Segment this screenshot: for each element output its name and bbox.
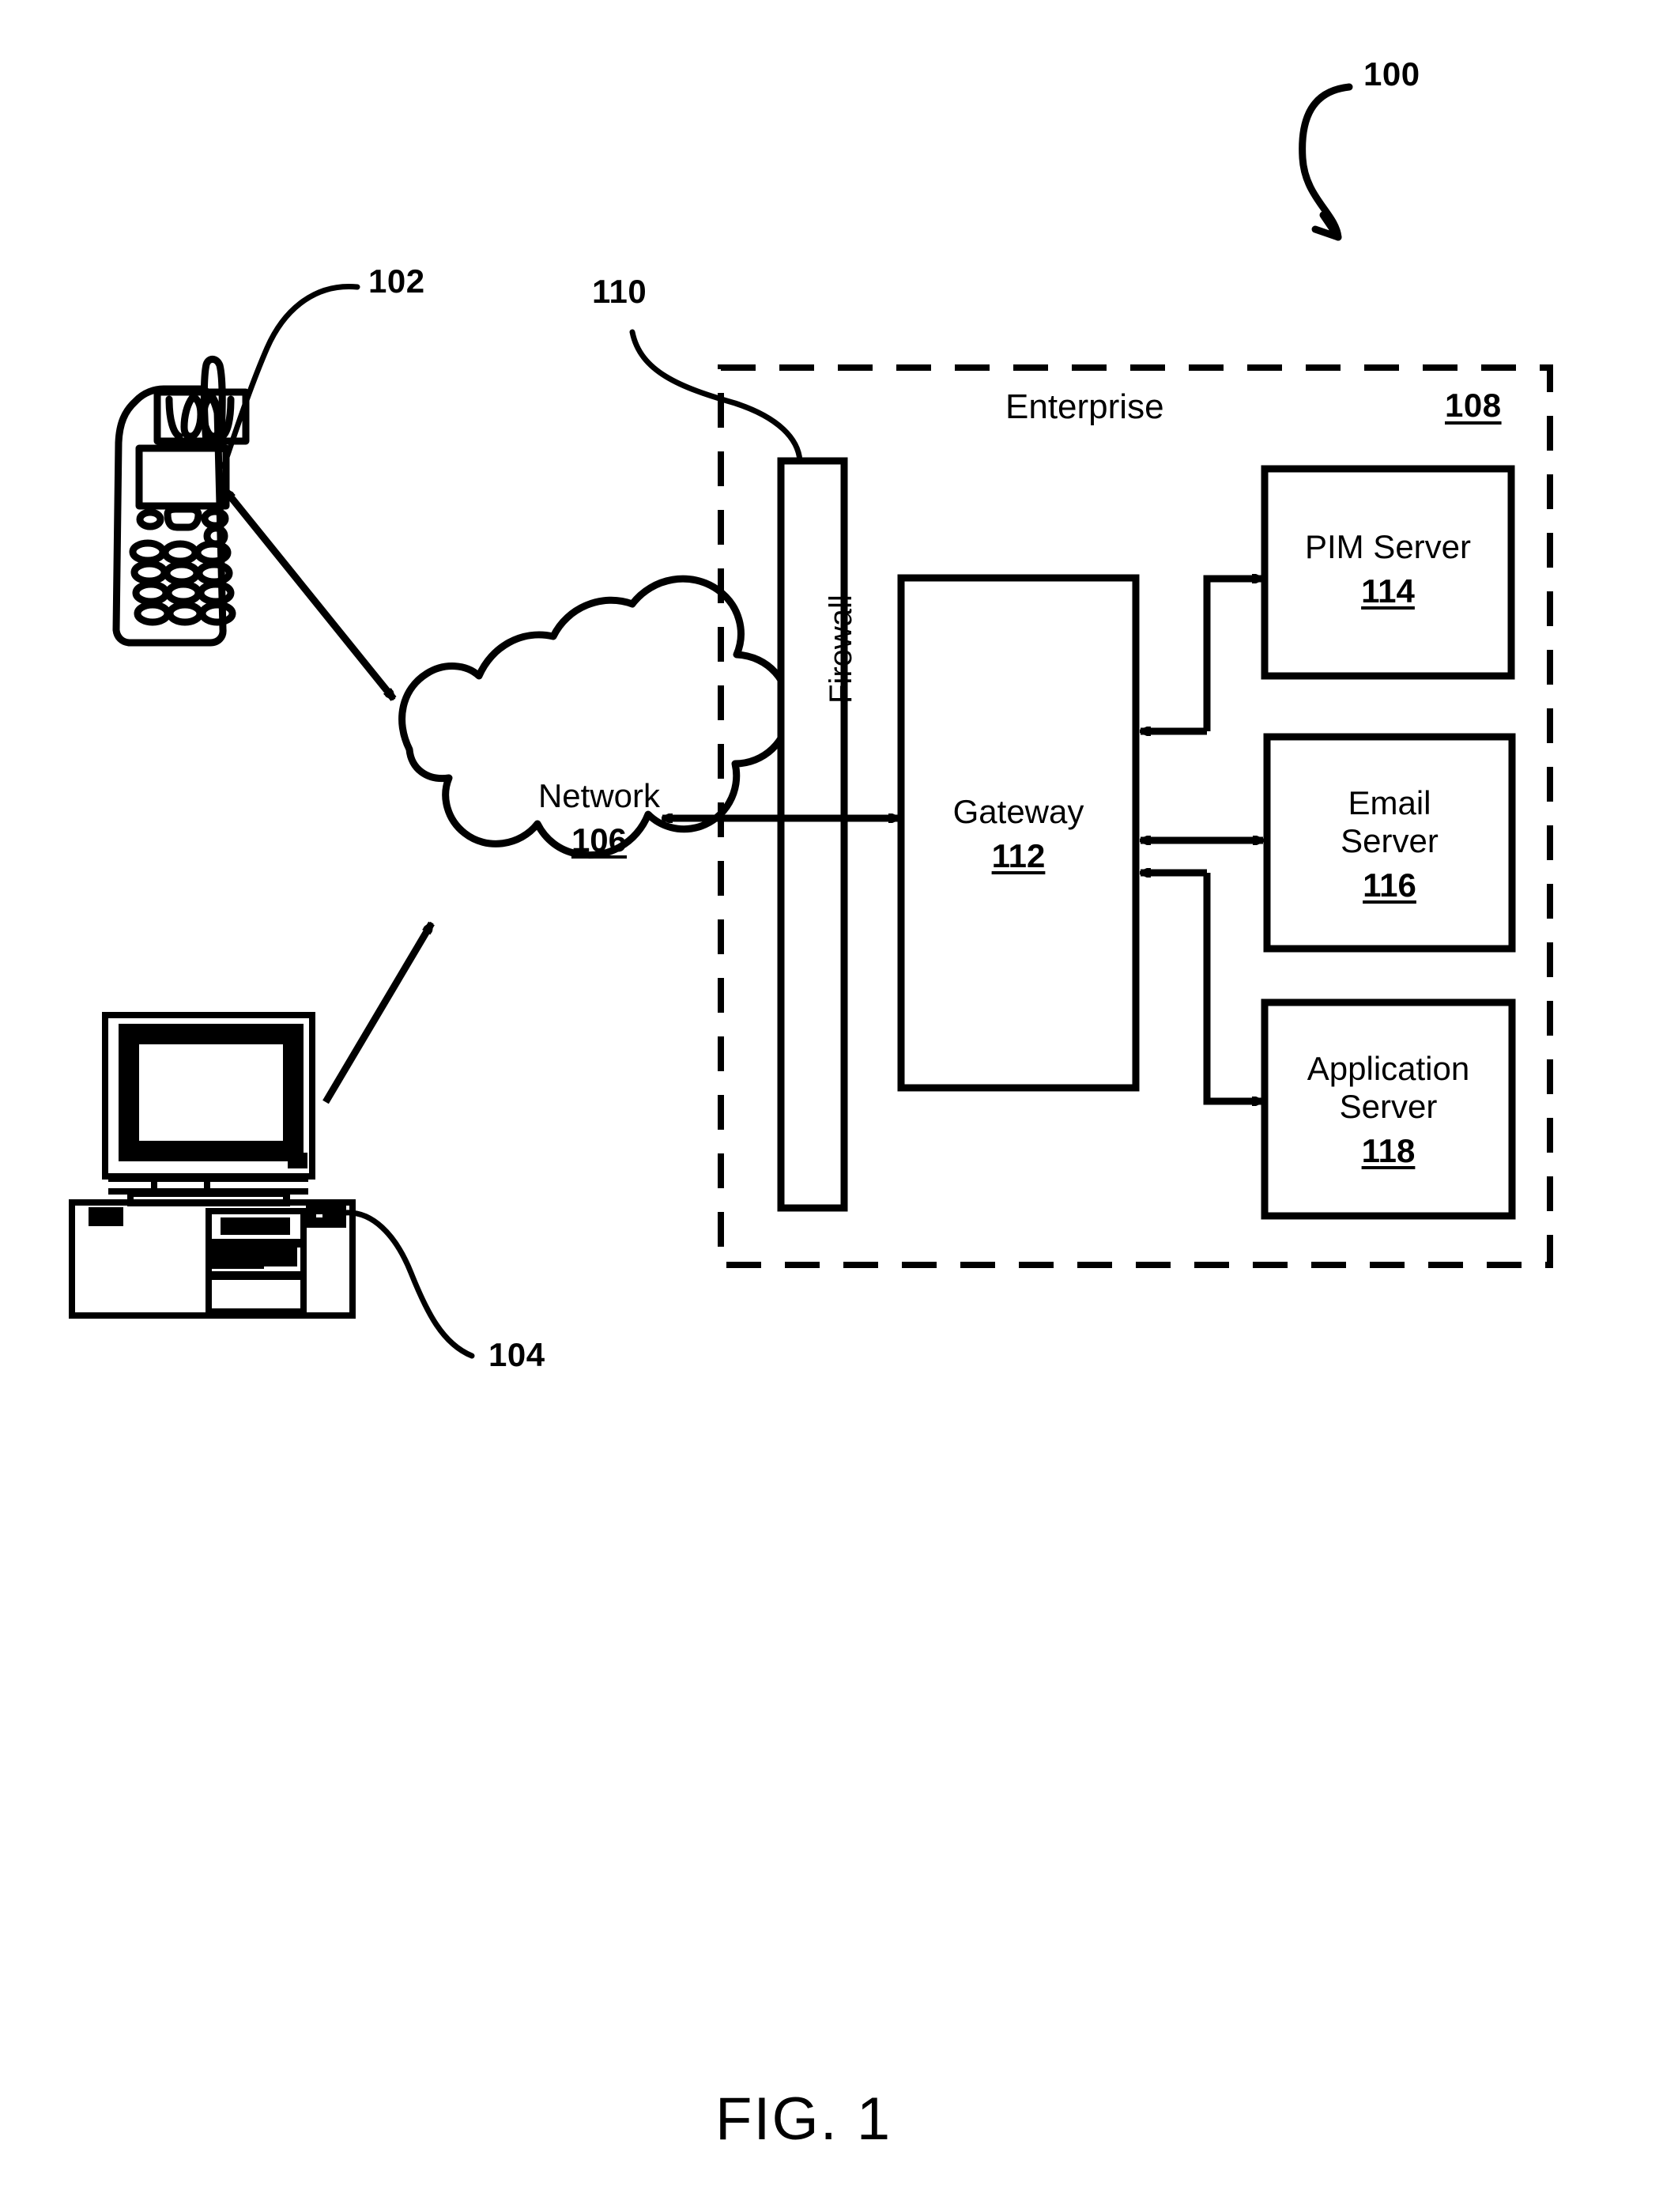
gateway-ref: 112 [991, 837, 1046, 874]
leader-line-100 [1299, 83, 1353, 241]
pim-server-ref: 114 [1361, 572, 1415, 610]
mobile-phone-icon [112, 355, 250, 647]
desktop-computer-icon [69, 1012, 356, 1319]
application-server-node-text: Application Server 118 [1265, 1025, 1512, 1195]
firewall-label: Firewall [824, 595, 858, 704]
network-node-text: Network 106 [409, 751, 789, 885]
firewall-box [777, 457, 848, 1212]
connector-gateway-to-application-server [1141, 873, 1262, 1101]
gateway-node-text: Gateway 112 [901, 771, 1136, 897]
enterprise-label: Enterprise [1005, 387, 1164, 426]
patent-figure-page: 100 102 110 104 Enterprise 108 Firewall … [0, 0, 1663, 2212]
application-server-label-line2: Server [1339, 1087, 1438, 1125]
ref-number-110: 110 [592, 273, 647, 310]
network-ref: 106 [571, 821, 628, 859]
application-server-ref: 118 [1361, 1131, 1416, 1169]
connector-gateway-to-pim-server [1141, 579, 1262, 731]
email-server-label-line2: Server [1341, 821, 1439, 859]
pim-server-node-text: PIM Server 114 [1265, 506, 1511, 632]
connector-computer-to-network [322, 923, 435, 1104]
leader-line-104 [342, 1210, 475, 1359]
pim-server-label: PIM Server [1304, 528, 1472, 565]
email-server-node-text: Email Server 116 [1267, 759, 1512, 929]
email-server-label-line1: Email [1348, 783, 1431, 821]
email-server-ref: 116 [1363, 866, 1416, 904]
ref-number-104: 104 [488, 1336, 545, 1373]
figure-caption: FIG. 1 [715, 2086, 892, 2153]
ref-number-108: 108 [1445, 387, 1502, 424]
gateway-label: Gateway [952, 793, 1084, 830]
application-server-label-line1: Application [1307, 1049, 1470, 1087]
network-label: Network [537, 777, 661, 814]
connector-mobile-to-network [222, 488, 397, 701]
leader-line-110 [629, 329, 803, 464]
ref-number-102: 102 [368, 262, 425, 300]
ref-number-100: 100 [1363, 55, 1420, 92]
